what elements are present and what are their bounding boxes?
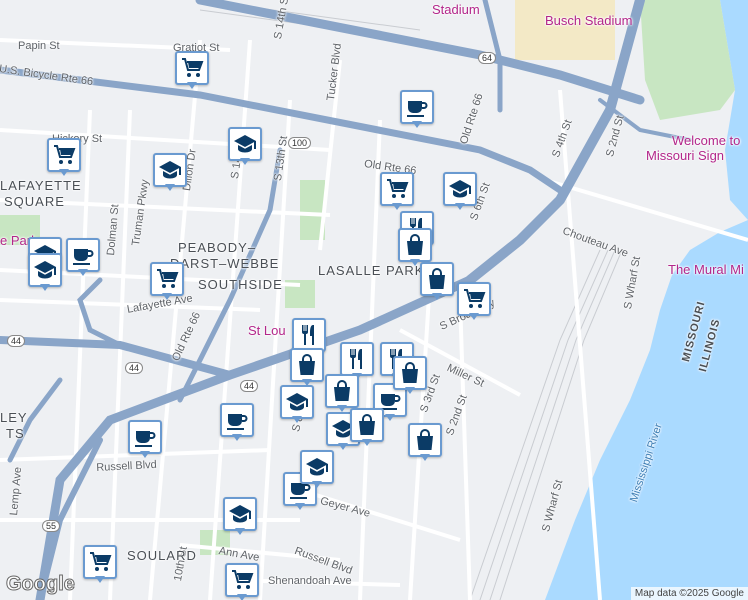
coffee-cup-icon bbox=[400, 90, 434, 124]
graduation-cap-icon bbox=[300, 450, 334, 484]
shopping-cart-icon bbox=[47, 138, 81, 172]
highway-shield: 44 bbox=[125, 362, 144, 374]
marker-grocery[interactable] bbox=[225, 563, 259, 600]
marker-tail bbox=[59, 169, 69, 176]
marker-tail bbox=[312, 481, 322, 488]
marker-tail bbox=[140, 451, 150, 458]
marker-tail bbox=[337, 405, 347, 412]
marker-tail bbox=[237, 594, 247, 600]
marker-tail bbox=[165, 184, 175, 191]
coffee-cup-icon bbox=[220, 403, 254, 437]
marker-shopping[interactable] bbox=[393, 356, 427, 398]
marker-grocery[interactable] bbox=[150, 262, 184, 304]
marker-school[interactable] bbox=[443, 172, 477, 214]
marker-grocery[interactable] bbox=[83, 545, 117, 587]
marker-tail bbox=[232, 434, 242, 441]
shopping-cart-icon bbox=[457, 282, 491, 316]
marker-grocery[interactable] bbox=[380, 172, 414, 214]
highway-shield: 55 bbox=[42, 520, 61, 532]
marker-grocery[interactable] bbox=[457, 282, 491, 324]
coffee-cup-icon bbox=[66, 238, 100, 272]
shopping-cart-icon bbox=[225, 563, 259, 597]
marker-tail bbox=[385, 414, 395, 421]
marker-tail bbox=[302, 379, 312, 386]
highway-shield: 44 bbox=[240, 380, 259, 392]
shopping-bag-icon bbox=[325, 374, 359, 408]
graduation-cap-icon bbox=[153, 153, 187, 187]
fork-knife-icon bbox=[340, 342, 374, 376]
coffee-cup-icon bbox=[128, 420, 162, 454]
marker-tail bbox=[78, 269, 88, 276]
marker-shopping[interactable] bbox=[420, 262, 454, 304]
marker-school[interactable] bbox=[153, 153, 187, 195]
marker-cafe[interactable] bbox=[220, 403, 254, 445]
shopping-bag-icon bbox=[420, 262, 454, 296]
marker-grocery[interactable] bbox=[175, 51, 209, 93]
busch-stadium-area bbox=[515, 0, 615, 60]
highway-shield: 64 bbox=[478, 52, 497, 64]
map-canvas[interactable]: 100 64 44 44 44 55 Papin St Gratiot St S 14th S… bbox=[0, 0, 748, 600]
shopping-bag-icon bbox=[393, 356, 427, 390]
marker-tail bbox=[412, 121, 422, 128]
marker-cafe[interactable] bbox=[400, 90, 434, 132]
marker-tail bbox=[95, 576, 105, 583]
marker-tail bbox=[187, 82, 197, 89]
marker-grocery[interactable] bbox=[47, 138, 81, 180]
graduation-cap-icon bbox=[228, 127, 262, 161]
marker-tail bbox=[420, 454, 430, 461]
marker-shopping[interactable] bbox=[290, 348, 324, 390]
graduation-cap-icon bbox=[223, 497, 257, 531]
marker-school[interactable] bbox=[300, 450, 334, 492]
marker-tail bbox=[455, 203, 465, 210]
marker-tail bbox=[362, 439, 372, 446]
graduation-cap-icon bbox=[443, 172, 477, 206]
marker-tail bbox=[292, 416, 302, 423]
map-attribution[interactable]: Map data ©2025 Google bbox=[630, 587, 748, 600]
shopping-cart-icon bbox=[380, 172, 414, 206]
marker-school[interactable] bbox=[28, 253, 62, 295]
highway-shield: 100 bbox=[288, 137, 312, 149]
shopping-bag-icon bbox=[398, 228, 432, 262]
marker-tail bbox=[432, 293, 442, 300]
shopping-bag-icon bbox=[408, 423, 442, 457]
marker-tail bbox=[410, 259, 420, 266]
highway-shield: 44 bbox=[7, 335, 26, 347]
marker-tail bbox=[235, 528, 245, 535]
map-base-layer bbox=[0, 0, 748, 600]
marker-tail bbox=[295, 503, 305, 510]
marker-school[interactable] bbox=[223, 497, 257, 539]
marker-tail bbox=[405, 387, 415, 394]
shopping-cart-icon bbox=[83, 545, 117, 579]
marker-tail bbox=[40, 284, 50, 291]
fork-knife-icon bbox=[292, 318, 326, 352]
shopping-bag-icon bbox=[350, 408, 384, 442]
marker-cafe[interactable] bbox=[128, 420, 162, 462]
google-logo: Google bbox=[6, 573, 76, 596]
marker-school[interactable] bbox=[228, 127, 262, 169]
shopping-cart-icon bbox=[175, 51, 209, 85]
marker-tail bbox=[162, 293, 172, 300]
marker-tail bbox=[240, 158, 250, 165]
marker-tail bbox=[392, 203, 402, 210]
marker-tail bbox=[469, 313, 479, 320]
shopping-bag-icon bbox=[290, 348, 324, 382]
shopping-cart-icon bbox=[150, 262, 184, 296]
marker-shopping[interactable] bbox=[350, 408, 384, 450]
graduation-cap-icon bbox=[28, 253, 62, 287]
park-area bbox=[640, 0, 735, 120]
marker-cafe[interactable] bbox=[66, 238, 100, 280]
marker-tail bbox=[338, 443, 348, 450]
marker-school[interactable] bbox=[280, 385, 314, 427]
graduation-cap-icon bbox=[280, 385, 314, 419]
marker-shopping[interactable] bbox=[408, 423, 442, 465]
